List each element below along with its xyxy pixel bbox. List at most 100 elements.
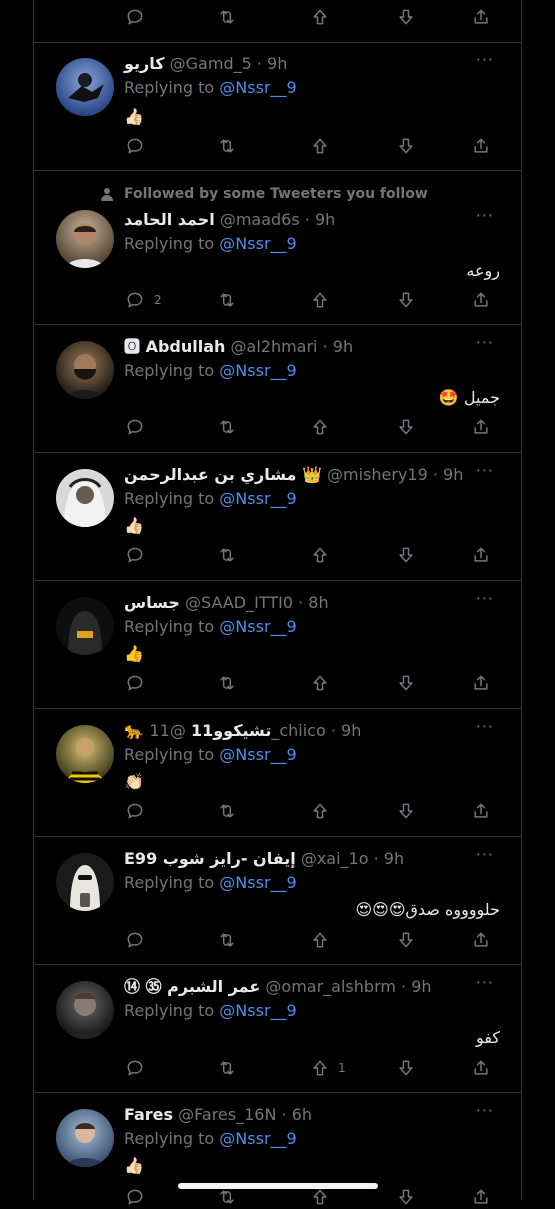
downvote-button[interactable] [393,543,419,567]
arrow-up-icon [313,547,327,563]
reply-button[interactable] [122,671,148,695]
retweet-button[interactable] [214,1056,240,1080]
mention-link[interactable]: @Nssr__9 [219,745,296,764]
display-name[interactable]: 🐆 تشيكوو11 [124,721,271,740]
username[interactable]: @xai_1o [301,849,369,868]
more-icon[interactable]: ··· [476,1101,494,1120]
share-button[interactable] [468,1185,494,1209]
retweet-button[interactable] [214,134,240,158]
downvote-button[interactable] [393,134,419,158]
upvote-button[interactable] [307,799,333,823]
share-button[interactable] [468,415,494,439]
more-icon[interactable]: ··· [476,717,494,736]
username[interactable]: @omar_alshbrm [265,977,396,996]
display-name[interactable]: E99 إيفان -رايز شوب [124,849,296,868]
mention-link[interactable]: @Nssr__9 [219,489,296,508]
share-button[interactable] [468,543,494,567]
downvote-button[interactable] [393,415,419,439]
more-icon[interactable]: ··· [476,845,494,864]
downvote-button[interactable] [393,799,419,823]
timestamp[interactable]: 9h [315,210,335,229]
display-name[interactable]: كاريو [124,54,165,73]
username[interactable]: @SAAD_ITTI0 [185,593,293,612]
upvote-button[interactable] [307,134,333,158]
reply-button[interactable] [122,134,148,158]
tweet-header: 🐆 تشيكوو11 @11_chiico · 9h [124,721,362,740]
reply-button[interactable] [122,928,148,952]
more-icon[interactable]: ··· [476,206,494,225]
reply-button[interactable] [122,415,148,439]
retweet-button[interactable] [214,288,240,312]
downvote-button[interactable] [393,288,419,312]
reply-button[interactable] [122,1056,148,1080]
retweet-button[interactable] [214,799,240,823]
avatar[interactable] [56,597,114,655]
avatar[interactable] [56,1109,114,1167]
share-button[interactable] [468,1056,494,1080]
avatar[interactable] [56,981,114,1039]
upvote-button[interactable] [307,1056,333,1080]
timestamp[interactable]: 6h [292,1105,312,1124]
mention-link[interactable]: @Nssr__9 [219,78,296,97]
display-name[interactable]: 🅾 Abdullah [124,337,225,356]
reply-button[interactable] [122,1185,148,1209]
retweet-button[interactable] [214,928,240,952]
upvote-button[interactable] [307,415,333,439]
avatar[interactable] [56,58,114,116]
username[interactable]: @Gamd_5 [170,54,252,73]
retweet-button[interactable] [214,543,240,567]
timestamp[interactable]: 9h [411,977,431,996]
retweet-button[interactable] [214,415,240,439]
mention-link[interactable]: @Nssr__9 [219,1129,296,1148]
display-name[interactable]: احمد الحامد [124,210,215,229]
share-button[interactable] [468,928,494,952]
upvote-button[interactable] [307,671,333,695]
share-button[interactable] [468,799,494,823]
downvote-button[interactable] [393,1056,419,1080]
mention-link[interactable]: @Nssr__9 [219,873,296,892]
mention-link[interactable]: @Nssr__9 [219,361,296,380]
retweet-button[interactable] [214,671,240,695]
mention-link[interactable]: @Nssr__9 [219,617,296,636]
reply-button[interactable] [122,288,148,312]
display-name[interactable]: ⑭ ㉟ عمر الشبرم [124,977,260,996]
downvote-button[interactable] [393,671,419,695]
share-button[interactable] [468,288,494,312]
reply-button[interactable] [122,799,148,823]
mention-link[interactable]: @Nssr__9 [219,1001,296,1020]
avatar[interactable] [56,469,114,527]
username[interactable]: @al2hmari [231,337,318,356]
tweet-actions [33,415,522,439]
timestamp[interactable]: 9h [443,465,463,484]
username[interactable]: @mishery19 [327,465,428,484]
timestamp[interactable]: 9h [384,849,404,868]
display-name[interactable]: Fares [124,1105,173,1124]
downvote-button[interactable] [393,928,419,952]
more-icon[interactable]: ··· [476,461,494,480]
avatar[interactable] [56,725,114,783]
more-icon[interactable]: ··· [476,333,494,352]
timestamp[interactable]: 9h [333,337,353,356]
home-indicator[interactable] [178,1183,378,1189]
username[interactable]: @Fares_16N [178,1105,276,1124]
upvote-button[interactable] [307,288,333,312]
more-icon[interactable]: ··· [476,589,494,608]
timestamp[interactable]: 9h [267,54,287,73]
upvote-button[interactable] [307,543,333,567]
more-icon[interactable]: ··· [476,50,494,69]
mention-link[interactable]: @Nssr__9 [219,234,296,253]
timestamp[interactable]: 9h [341,721,361,740]
more-icon[interactable]: ··· [476,973,494,992]
share-button[interactable] [468,134,494,158]
avatar[interactable] [56,853,114,911]
upvote-button[interactable] [307,928,333,952]
avatar[interactable] [56,341,114,399]
reply-button[interactable] [122,543,148,567]
display-name[interactable]: جساس [124,593,180,612]
replying-to: Replying to @Nssr__9 [124,1001,297,1021]
username[interactable]: @maad6s [220,210,300,229]
share-button[interactable] [468,671,494,695]
display-name[interactable]: مشاري بن عبدالرحمن 👑 [124,465,322,484]
timestamp[interactable]: 8h [308,593,328,612]
downvote-button[interactable] [393,1185,419,1209]
